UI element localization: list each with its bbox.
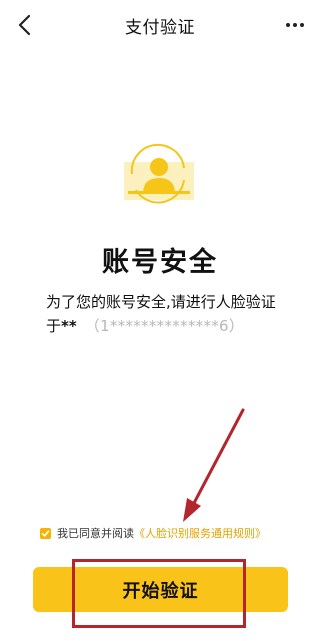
masked-phone: （1**************6） [84,317,245,335]
description-line: 为了您的账号安全,请进行人脸验证 [46,293,276,311]
page-title: 支付验证 [125,18,195,38]
agreement-row: 我已同意并阅读 《人脸识别服务通用规则》 [40,524,266,542]
start-verification-button[interactable]: 开始验证 [33,567,288,612]
verification-description: 为了您的账号安全,请进行人脸验证 于** （1**************6） [46,290,280,338]
service-rules-link[interactable]: 《人脸识别服务通用规则》 [134,525,266,541]
face-recognition-icon [118,140,200,206]
checkmark-icon [41,529,50,537]
description-prefix: 于 [46,317,62,335]
back-chevron-icon [18,14,31,36]
account-security-title: 账号安全 [102,247,218,278]
agreement-text: 我已同意并阅读 [57,527,134,540]
agreement-checkbox[interactable] [40,527,51,539]
back-button[interactable] [10,10,38,40]
masked-name: ** [61,317,77,335]
top-bar: 支付验证 [0,0,320,50]
more-button[interactable] [282,12,308,38]
more-dots-icon [286,23,304,27]
account-info-line: 于** （1**************6） [46,314,280,338]
